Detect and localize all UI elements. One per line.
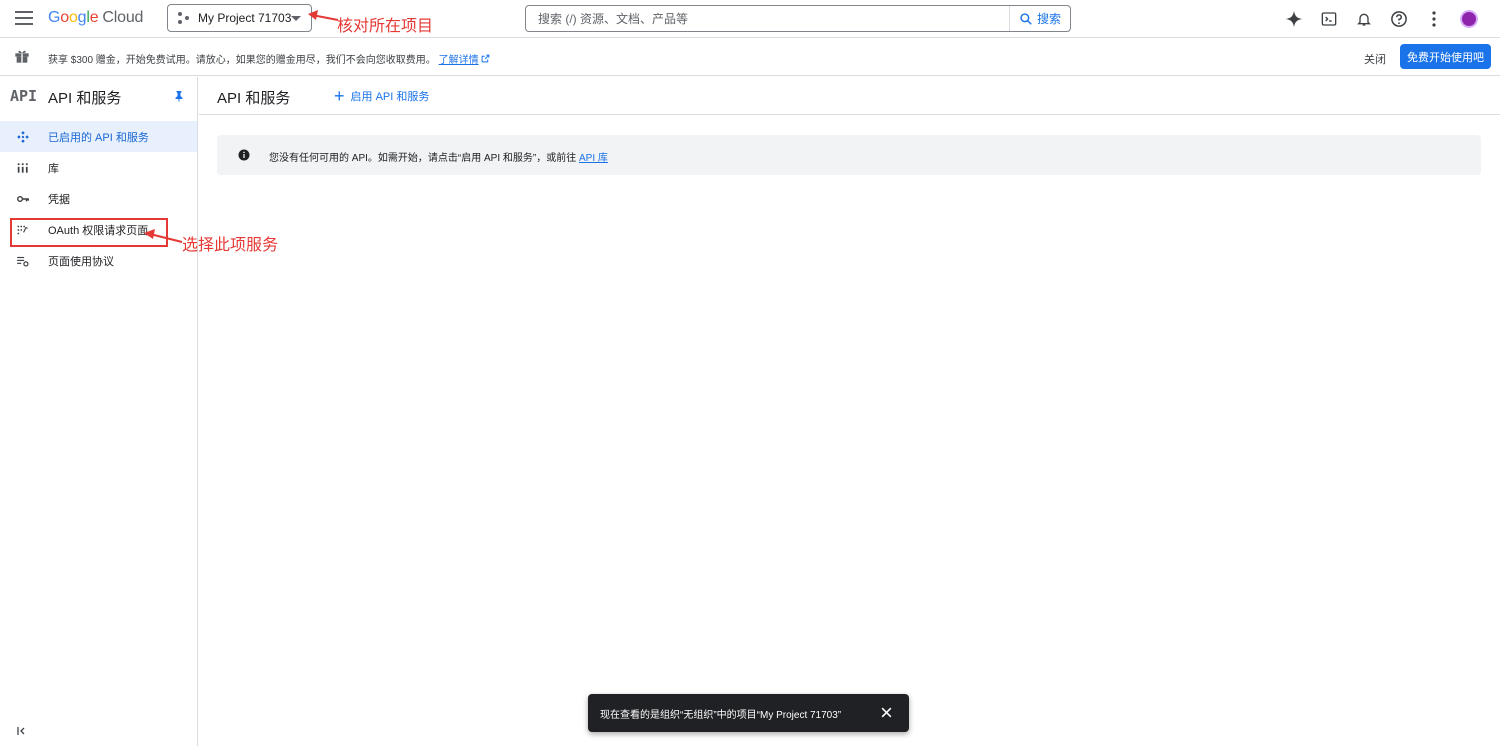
- collapse-sidebar-icon[interactable]: [16, 725, 28, 737]
- search-button[interactable]: 搜索: [1009, 6, 1070, 31]
- sidebar-item-label: 凭据: [48, 193, 70, 206]
- search-bar: 搜索: [525, 5, 1071, 32]
- content-header: API 和服务 + 启用 API 和服务: [199, 77, 1500, 115]
- sidebar-item-enabled-apis[interactable]: 已启用的 API 和服务: [0, 121, 197, 152]
- pin-icon[interactable]: [173, 89, 185, 103]
- more-vert-icon[interactable]: [1423, 8, 1445, 30]
- add-icon: +: [334, 85, 345, 106]
- chevron-down-icon: [291, 16, 301, 21]
- library-icon: [17, 163, 28, 173]
- project-icon: [178, 12, 190, 24]
- start-free-button[interactable]: 免费开始使用吧: [1400, 44, 1491, 69]
- dismiss-banner-button[interactable]: 关闭: [1364, 51, 1386, 67]
- project-picker-button[interactable]: My Project 71703: [167, 4, 312, 32]
- sidebar-nav: 已启用的 API 和服务 库 凭据 OAuth 权限请求页面 页面使用协议: [0, 121, 197, 276]
- no-apis-info-banner: 您没有任何可用的 API。如需开始，请点击“启用 API 和服务”，或前往 AP…: [217, 135, 1481, 175]
- snackbar-toast: 现在查看的是组织“无组织”中的项目“My Project 71703”: [588, 694, 909, 732]
- key-icon: [17, 195, 29, 203]
- info-icon: [238, 149, 250, 161]
- sidebar: API API 和服务 已启用的 API 和服务 库 凭据 OAuth 权限请求…: [0, 77, 198, 746]
- toast-message: 现在查看的是组织“无组织”中的项目“My Project 71703”: [600, 710, 842, 721]
- enable-apis-label: 启用 API 和服务: [350, 91, 430, 103]
- search-input[interactable]: [526, 6, 1009, 31]
- notifications-icon[interactable]: [1353, 8, 1375, 30]
- sidebar-title: API 和服务: [48, 90, 122, 107]
- learn-more-link[interactable]: 了解详情: [439, 55, 479, 66]
- sidebar-item-label: 库: [48, 162, 59, 175]
- page-title: API 和服务: [217, 90, 291, 107]
- api-product-icon: API: [10, 87, 38, 105]
- logo-letter: o: [68, 9, 78, 26]
- hamburger-menu-icon[interactable]: [15, 11, 33, 25]
- promo-message: 获享 $300 赠金，开始免费试用。请放心，如果您的赠金用尽，我们不会向您收取费…: [48, 55, 436, 66]
- logo-letter: e: [89, 9, 99, 26]
- help-icon[interactable]: [1388, 8, 1410, 30]
- project-name: My Project 71703: [198, 11, 292, 25]
- annotation-project-note: 核对所在项目: [337, 16, 434, 35]
- gemini-icon[interactable]: [1283, 8, 1305, 30]
- gift-icon: [15, 50, 29, 63]
- api-hub-icon: [17, 131, 29, 143]
- top-bar: Google Cloud My Project 71703 核对所在项目 搜索: [0, 0, 1500, 38]
- info-message: 您没有任何可用的 API。如需开始，请点击“启用 API 和服务”，或前往 AP…: [269, 149, 608, 164]
- cloud-shell-icon[interactable]: [1318, 8, 1340, 30]
- logo-letter: G: [48, 9, 61, 26]
- free-trial-banner: 获享 $300 赠金，开始免费试用。请放心，如果您的赠金用尽，我们不会向您收取费…: [0, 38, 1500, 76]
- sidebar-item-label: 已启用的 API 和服务: [48, 131, 149, 144]
- avatar[interactable]: [1458, 8, 1480, 30]
- page-usage-icon: [17, 256, 29, 267]
- logo-letter: o: [60, 9, 69, 26]
- close-icon[interactable]: [880, 706, 893, 719]
- search-button-label: 搜索: [1036, 12, 1061, 26]
- api-library-link[interactable]: API 库: [579, 153, 608, 164]
- logo-cloud-text: Cloud: [102, 9, 144, 26]
- google-cloud-logo[interactable]: Google Cloud: [48, 9, 143, 27]
- annotation-oauth-note: 选择此项服务: [182, 235, 279, 254]
- annotation-arrow: [308, 10, 339, 21]
- promo-text: 获享 $300 赠金，开始免费试用。请放心，如果您的赠金用尽，我们不会向您收取费…: [48, 51, 490, 66]
- info-text: 您没有任何可用的 API。如需开始，请点击“启用 API 和服务”，或前往: [269, 153, 577, 164]
- sidebar-header: API API 和服务: [0, 77, 197, 115]
- sidebar-item-library[interactable]: 库: [0, 152, 197, 183]
- search-icon: [1020, 12, 1032, 25]
- sidebar-item-label: 页面使用协议: [48, 255, 114, 268]
- avatar-image: [1460, 10, 1478, 28]
- sidebar-item-page-usage[interactable]: 页面使用协议: [0, 245, 197, 276]
- annotation-arrow: [144, 229, 183, 243]
- external-link-icon: [482, 54, 490, 63]
- sidebar-item-credentials[interactable]: 凭据: [0, 183, 197, 214]
- enable-apis-button[interactable]: + 启用 API 和服务: [334, 85, 430, 106]
- top-icons: [1270, 8, 1480, 30]
